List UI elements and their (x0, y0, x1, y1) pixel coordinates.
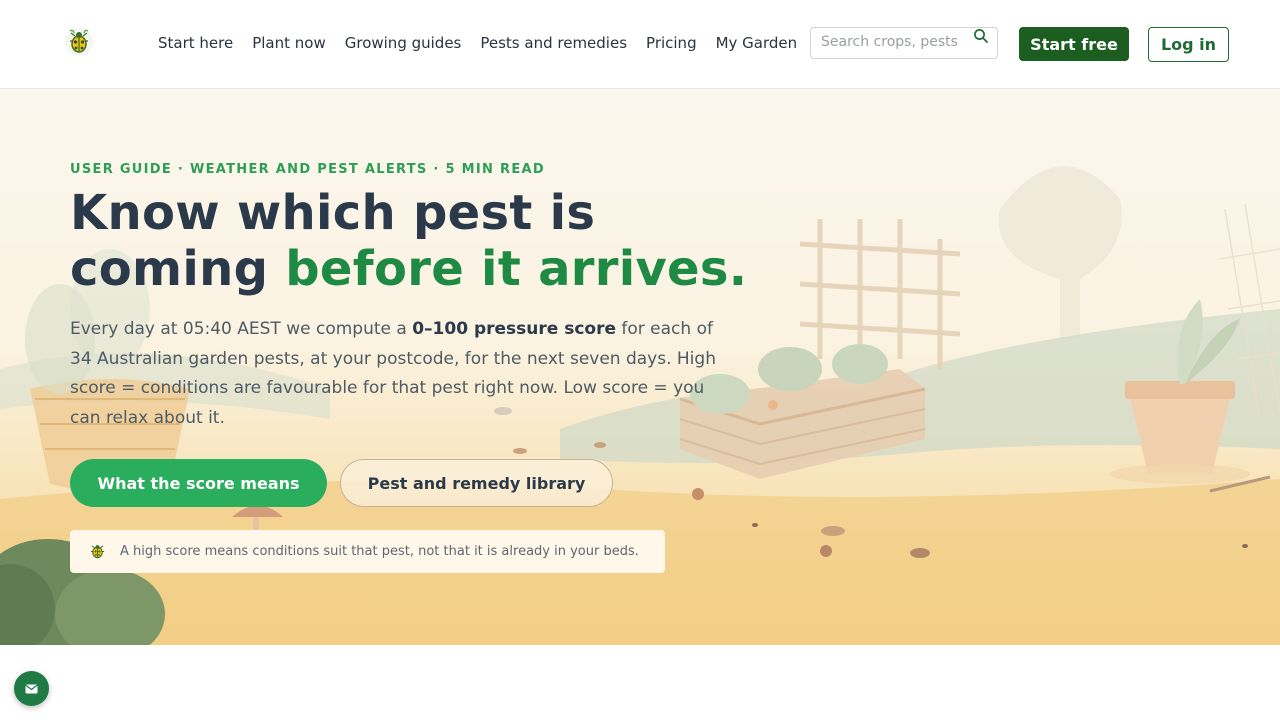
headline-accent: before it arrives. (285, 241, 748, 297)
nav-pests-and-remedies[interactable]: Pests and remedies (480, 33, 627, 53)
intro-paragraph: Every day at 05:40 AEST we compute a 0–1… (70, 315, 720, 433)
main-nav: Start here Plant now Growing guides Pest… (158, 33, 816, 53)
score-disclaimer-note: A high score means conditions suit that … (70, 530, 665, 573)
intro-text-start: Every day at 05:40 AEST we compute a (70, 319, 413, 339)
top-navigation-bar: Start here Plant now Growing guides Pest… (0, 0, 1280, 89)
score-disclaimer-text: A high score means conditions suit that … (120, 544, 639, 559)
hero-section: USER GUIDE · WEATHER AND PEST ALERTS · 5… (0, 89, 1280, 645)
intro-score-highlight: 0–100 pressure score (412, 319, 616, 339)
search-icon[interactable] (973, 28, 989, 44)
pest-library-button[interactable]: Pest and remedy library (340, 459, 613, 507)
beetle-logo-icon[interactable] (64, 27, 94, 57)
mail-icon (25, 684, 38, 693)
nav-growing-guides[interactable]: Growing guides (345, 33, 462, 53)
start-free-button[interactable]: Start free (1019, 27, 1129, 61)
score-meaning-button[interactable]: What the score means (70, 459, 327, 507)
beetle-icon (90, 545, 105, 559)
search-box (810, 27, 998, 59)
log-in-button[interactable]: Log in (1148, 27, 1229, 62)
contact-chat-button[interactable] (14, 671, 49, 706)
guide-eyebrow: USER GUIDE · WEATHER AND PEST ALERTS · 5… (70, 162, 545, 177)
nav-plant-now[interactable]: Plant now (252, 33, 326, 53)
nav-start-here[interactable]: Start here (158, 33, 233, 53)
page-title: Know which pest is coming before it arri… (70, 185, 790, 297)
nav-pricing[interactable]: Pricing (646, 33, 697, 53)
nav-my-garden[interactable]: My Garden (716, 33, 798, 53)
search-input[interactable] (821, 34, 969, 50)
